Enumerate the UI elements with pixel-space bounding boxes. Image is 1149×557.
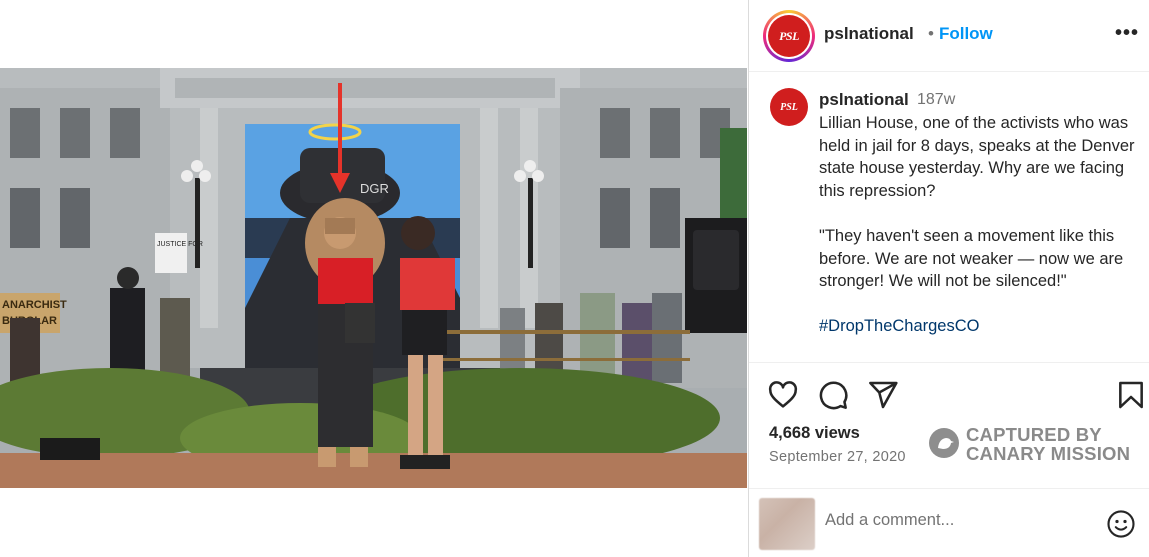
post-video[interactable]: DGR ANARCHIST BURGLAR JUSTICE FOR <box>0 68 747 488</box>
post-panel: PSL pslnational • Follow ••• PSL pslnatio… <box>748 0 1149 557</box>
comment-input[interactable] <box>825 511 1085 530</box>
action-bar <box>749 376 1149 416</box>
caption-username[interactable]: pslnational <box>819 90 909 110</box>
caption-text: Lillian House, one of the activists who … <box>819 112 1137 338</box>
bird-glyph <box>938 438 954 449</box>
watermark-line-1: CAPTURED BY <box>966 424 1102 445</box>
user-avatar <box>759 498 815 550</box>
follow-button[interactable]: • Follow <box>928 24 993 44</box>
avatar[interactable]: PSL <box>763 10 815 62</box>
psl-logo: PSL <box>768 15 810 57</box>
more-options-icon[interactable]: ••• <box>1115 22 1139 45</box>
watermark-text: CAPTURED BY CANARY MISSION <box>966 425 1130 463</box>
heart-icon[interactable] <box>767 379 799 411</box>
caption-quote: "They haven't seen a movement like this … <box>819 226 1124 291</box>
smiley-icon[interactable] <box>1106 509 1136 539</box>
bird-icon <box>929 428 959 458</box>
hashtag-link[interactable]: #DropTheChargesCO <box>819 317 980 335</box>
post-header: PSL pslnational • Follow ••• <box>749 0 1149 72</box>
view-count[interactable]: 4,668 views <box>769 424 860 443</box>
protest-sign-text: ANARCHIST <box>2 299 67 311</box>
mural-hat-text: DGR <box>360 181 389 196</box>
caption-paragraph: Lillian House, one of the activists who … <box>819 114 1135 200</box>
share-icon[interactable] <box>867 379 899 411</box>
watermark-line-2: CANARY MISSION <box>966 443 1131 464</box>
comment-icon[interactable] <box>817 379 849 411</box>
justice-sign-text: JUSTICE FOR <box>157 241 203 248</box>
caption-timestamp[interactable]: 187w <box>917 91 955 109</box>
separator-dot: • <box>928 24 934 43</box>
canary-mission-watermark: CAPTURED BY CANARY MISSION <box>929 425 1139 467</box>
caption-avatar[interactable]: PSL <box>770 88 808 126</box>
video-frame: DGR ANARCHIST BURGLAR JUSTICE FOR <box>0 68 747 488</box>
comment-bar <box>749 488 1149 557</box>
bookmark-icon[interactable] <box>1115 379 1147 411</box>
header-username[interactable]: pslnational <box>824 24 914 44</box>
post-date[interactable]: September 27, 2020 <box>769 449 906 465</box>
avatar-ring: PSL <box>766 13 812 59</box>
media-column: DGR ANARCHIST BURGLAR JUSTICE FOR <box>0 0 747 557</box>
caption-section: PSL pslnational 187w Lillian House, one … <box>749 73 1149 363</box>
follow-label: Follow <box>938 24 993 43</box>
